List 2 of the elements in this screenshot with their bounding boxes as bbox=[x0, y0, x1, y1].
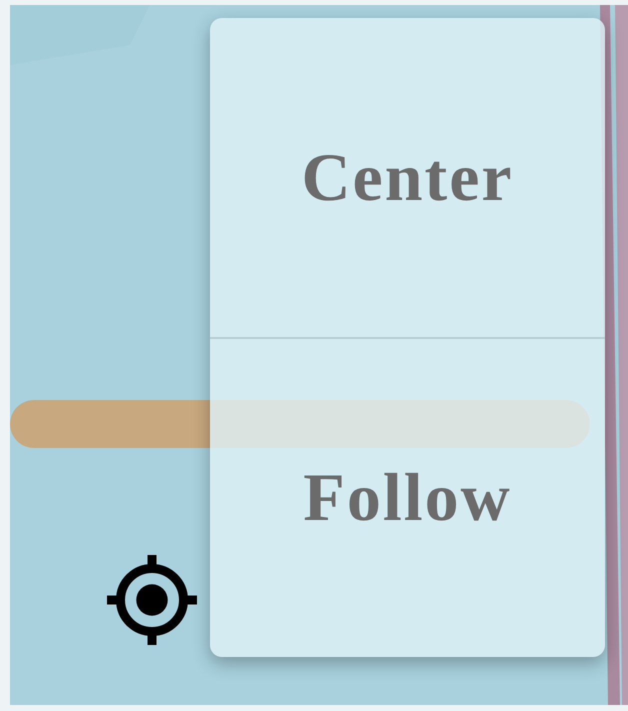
menu-item[interactable]: Center bbox=[210, 18, 605, 336]
menu-item[interactable]: Follow bbox=[210, 336, 605, 657]
